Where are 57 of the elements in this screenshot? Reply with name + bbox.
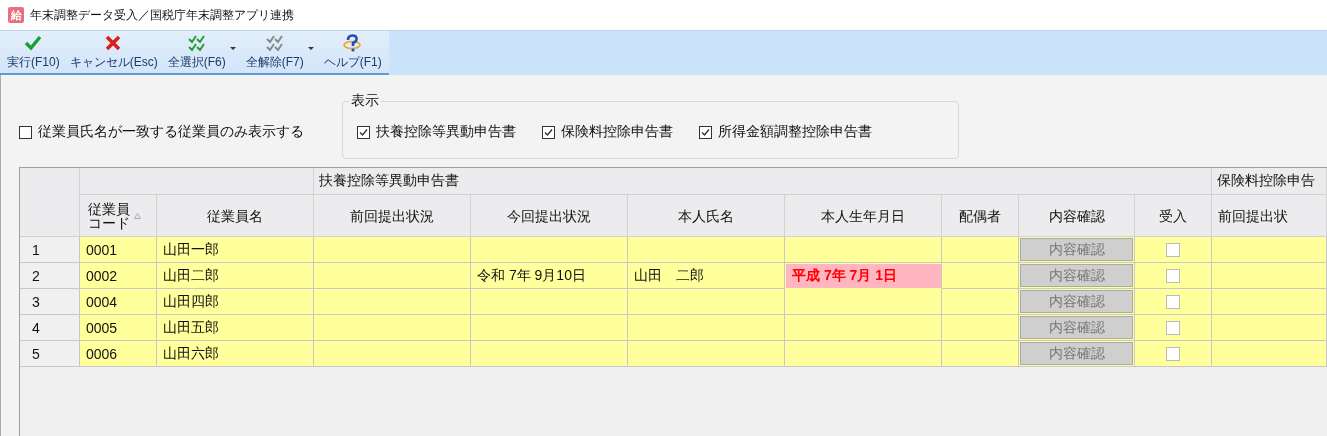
double-check-icon: [187, 33, 207, 52]
toolbar-button[interactable]: 全解除(F7): [240, 31, 319, 73]
table-cell: 山田五郎: [157, 315, 314, 341]
checkbox[interactable]: [1166, 294, 1180, 309]
row-number: 4: [20, 315, 80, 341]
group-header: 保険料控除申告: [1212, 168, 1327, 195]
help-icon: [343, 33, 363, 52]
column-header[interactable]: 今回提出状況: [471, 195, 628, 237]
table-cell: 0001: [80, 237, 157, 263]
checkbox[interactable]: [1166, 346, 1180, 361]
table-cell: 山田 二郎: [628, 263, 785, 289]
toolbar-button[interactable]: キャンセル(Esc): [64, 31, 163, 73]
column-header[interactable]: 従業員コード: [80, 195, 157, 237]
group-header: 扶養控除等異動申告書: [314, 168, 1212, 195]
check-icon: [358, 126, 369, 138]
row-number: 5: [20, 341, 80, 367]
column-header[interactable]: 受入: [1135, 195, 1212, 237]
check-icon: [23, 33, 43, 52]
table-cell: 0004: [80, 289, 157, 315]
column-header[interactable]: 本人氏名: [628, 195, 785, 237]
caret-icon: [229, 47, 236, 50]
table-cell: 山田四郎: [157, 289, 314, 315]
column-header[interactable]: 配偶者: [942, 195, 1019, 237]
table-cell: 山田二郎: [157, 263, 314, 289]
checkbox[interactable]: [1166, 242, 1180, 257]
display-option-checkbox[interactable]: 扶養控除等異動申告書: [357, 123, 516, 141]
table-cell: 0002: [80, 263, 157, 289]
column-header[interactable]: 内容確認: [1019, 195, 1135, 237]
row-number: 2: [20, 263, 80, 289]
filter-checkbox[interactable]: 従業員氏名が一致する従業員のみ表示する: [19, 123, 304, 141]
column-header[interactable]: 本人生年月日: [785, 195, 942, 237]
row-number: 1: [20, 237, 80, 263]
group-title: 表示: [349, 92, 381, 110]
column-header[interactable]: 前回提出状: [1212, 195, 1327, 237]
toolbar-button[interactable]: 実行(F10): [2, 31, 65, 73]
display-option-checkbox[interactable]: 所得金額調整控除申告書: [699, 123, 872, 141]
double-check-icon: [265, 33, 285, 52]
column-header[interactable]: 前回提出状況: [314, 195, 471, 237]
check-icon: [700, 126, 711, 138]
table-cell: 0005: [80, 315, 157, 341]
checkbox[interactable]: [1166, 268, 1180, 283]
checkbox[interactable]: [1166, 320, 1180, 335]
table-cell: 令和 7年 9月10日: [471, 263, 628, 289]
window-title: 年末調整データ受入／国税庁年末調整アプリ連携: [30, 6, 294, 24]
row-number: 3: [20, 289, 80, 315]
table-cell: 平成 7年 7月 1日: [785, 263, 942, 289]
toolbar-button[interactable]: ヘルプ(F1): [318, 31, 387, 73]
display-option-checkbox[interactable]: 保険料控除申告書: [542, 123, 673, 141]
caret-icon: [307, 47, 314, 50]
column-header[interactable]: 従業員名: [157, 195, 314, 237]
table-cell: 0006: [80, 341, 157, 367]
toolbar-button[interactable]: 全選択(F6): [162, 31, 241, 73]
app-icon: 給: [8, 7, 24, 23]
sort-icon: [134, 212, 141, 219]
check-icon: [543, 126, 554, 138]
table-cell: 山田一郎: [157, 237, 314, 263]
table-cell: 山田六郎: [157, 341, 314, 367]
